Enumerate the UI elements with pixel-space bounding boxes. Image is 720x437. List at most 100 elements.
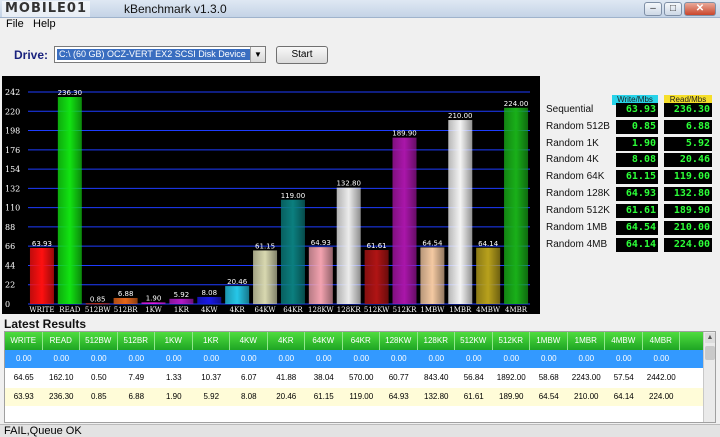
- scroll-up-icon[interactable]: ▲: [705, 333, 715, 343]
- maximize-button[interactable]: □: [664, 2, 682, 16]
- y-tick-label: 22: [5, 281, 15, 290]
- table-cell: 1.33: [165, 373, 182, 382]
- close-button[interactable]: ✕: [684, 2, 716, 16]
- latest-results-title: Latest Results: [4, 317, 87, 331]
- bar-value-label: 132.80: [336, 180, 361, 188]
- bar-512bw: [85, 303, 110, 305]
- table-cell: 189.90: [499, 392, 524, 401]
- table-cell: 7.49: [128, 373, 145, 382]
- y-tick-label: 44: [5, 261, 15, 270]
- column-header[interactable]: 4KR: [268, 332, 305, 350]
- table-cell: 0.00: [240, 354, 257, 363]
- table-row[interactable]: 64.65 162.10 0.50 7.49 1.33 10.37 6.07 41.88 38.…: [5, 369, 705, 387]
- result-row: Random 4K 8.08 20.46: [540, 153, 720, 167]
- benchmark-chart: 0 22 44 66 88 110 132 154 176 198 220 242 63.93 WRITE…: [2, 76, 540, 314]
- x-category-label: 512BR: [114, 306, 139, 314]
- x-category-label: 64KR: [283, 306, 303, 314]
- x-category-label: 128KR: [337, 306, 362, 314]
- table-cell: 5.92: [203, 392, 220, 401]
- bar-value-label: 224.00: [504, 100, 529, 108]
- table-cell: 1.90: [165, 392, 182, 401]
- y-tick-label: 242: [5, 88, 20, 97]
- status-text: FAIL,Queue OK: [4, 425, 82, 437]
- minimize-button[interactable]: –: [644, 2, 662, 16]
- column-header[interactable]: 4MBW: [605, 332, 643, 350]
- bar-value-label: 64.14: [478, 240, 499, 248]
- menu-file[interactable]: File: [6, 18, 24, 30]
- result-row: Random 64K 61.15 119.00: [540, 170, 720, 184]
- bar-read: [57, 96, 82, 304]
- table-cell: 64.14: [613, 392, 634, 401]
- column-header[interactable]: 1KW: [155, 332, 193, 350]
- menu-help[interactable]: Help: [33, 18, 56, 30]
- table-row[interactable]: 63.93 236.30 0.85 6.88 1.90 5.92 8.08 20.46 61.1…: [5, 388, 705, 406]
- result-label: Sequential: [546, 104, 594, 115]
- column-header[interactable]: 512KR: [493, 332, 530, 350]
- column-header[interactable]: 512BR: [118, 332, 155, 350]
- start-button[interactable]: Start: [276, 46, 328, 64]
- table-cell: 0.00: [315, 354, 332, 363]
- write-value: 61.61: [616, 204, 658, 218]
- table-scrollbar[interactable]: ▲: [703, 332, 715, 422]
- column-header[interactable]: 64KW: [305, 332, 343, 350]
- table-cell: 570.00: [349, 373, 374, 382]
- x-category-label: 4KR: [230, 306, 246, 314]
- column-header[interactable]: 512BW: [80, 332, 118, 350]
- bar-1mbr: [448, 120, 473, 305]
- menu-bar: File Help: [0, 18, 720, 32]
- column-header[interactable]: 512KW: [455, 332, 493, 350]
- table-cell: 56.84: [463, 373, 484, 382]
- read-value: 119.00: [664, 170, 712, 184]
- y-tick-label: 198: [5, 127, 20, 136]
- write-value: 1.90: [616, 137, 658, 151]
- bar-512br: [113, 297, 138, 304]
- chevron-down-icon[interactable]: ▼: [250, 47, 265, 62]
- column-header[interactable]: 128KW: [380, 332, 418, 350]
- table-row-empty: [5, 407, 705, 422]
- latest-results-table: WRITE READ 512BW 512BR 1KW 1KR 4KW 4KR 64KW 64KR 1…: [4, 331, 716, 423]
- table-cell: 1892.00: [496, 373, 526, 382]
- x-category-label: 64KW: [255, 306, 277, 314]
- column-header[interactable]: 128KR: [418, 332, 455, 350]
- table-cell: 64.65: [13, 373, 34, 382]
- table-row[interactable]: 0.00 0.00 0.00 0.00 0.00 0.00 0.00 0.00 0.00 0.00…: [5, 350, 705, 368]
- column-header[interactable]: 1MBW: [530, 332, 568, 350]
- table-cell: 0.00: [428, 354, 445, 363]
- read-value: 236.30: [664, 103, 712, 117]
- bar-value-label: 5.92: [174, 291, 190, 299]
- table-cell: 0.00: [465, 354, 482, 363]
- bar-value-label: 119.00: [281, 192, 306, 200]
- bar-value-label: 64.54: [422, 239, 443, 247]
- column-header[interactable]: 4MBR: [643, 332, 680, 350]
- x-category-label: WRITE: [29, 306, 54, 314]
- table-header-row: WRITE READ 512BW 512BR 1KW 1KR 4KW 4KR 64KW 64KR 1…: [5, 332, 705, 350]
- table-cell: 61.61: [463, 392, 484, 401]
- bar-write: [29, 247, 54, 304]
- column-header[interactable]: 1MBR: [568, 332, 605, 350]
- table-cell: 0.00: [653, 354, 670, 363]
- bar-value-label: 189.90: [392, 130, 417, 138]
- column-header[interactable]: 4KW: [230, 332, 268, 350]
- table-cell: 0.00: [540, 354, 557, 363]
- result-row: Sequential 63.93 236.30: [540, 103, 720, 117]
- read-value: 5.92: [664, 137, 712, 151]
- drive-selected-value: C:\ (60 GB) OCZ-VERT EX2 SCSI Disk Devic…: [57, 49, 251, 60]
- window-title: kBenchmark v1.3.0: [124, 2, 227, 16]
- table-cell: 2442.00: [646, 373, 676, 382]
- table-cell: 64.54: [538, 392, 559, 401]
- scroll-thumb[interactable]: [705, 346, 715, 360]
- read-value: 132.80: [664, 187, 712, 201]
- table-cell: 0.00: [203, 354, 220, 363]
- bar-value-label: 61.61: [367, 242, 387, 250]
- bar-64kw: [253, 250, 278, 304]
- column-header[interactable]: READ: [43, 332, 80, 350]
- table-cell: 210.00: [574, 392, 599, 401]
- column-header[interactable]: 64KR: [343, 332, 380, 350]
- table-cell: 132.80: [424, 392, 449, 401]
- column-header[interactable]: WRITE: [5, 332, 43, 350]
- status-bar: FAIL,Queue OK: [0, 424, 720, 437]
- drive-label: Drive:: [14, 48, 49, 62]
- drive-select[interactable]: C:\ (60 GB) OCZ-VERT EX2 SCSI Disk Devic…: [54, 46, 266, 63]
- table-cell: 57.54: [613, 373, 634, 382]
- column-header[interactable]: 1KR: [193, 332, 230, 350]
